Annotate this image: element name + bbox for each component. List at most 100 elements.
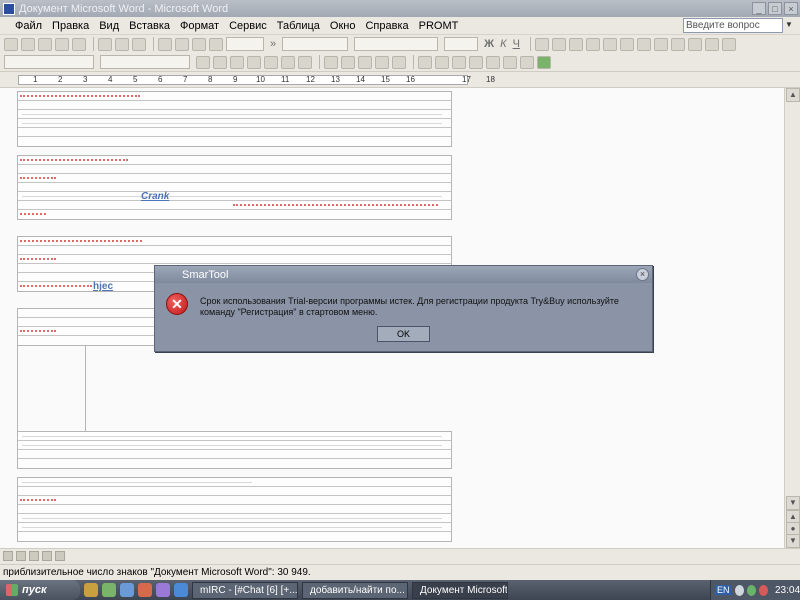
decrease-indent-icon[interactable]: [653, 37, 668, 51]
language-indicator[interactable]: EN: [715, 585, 732, 595]
scroll-up-icon[interactable]: ▲: [786, 88, 800, 102]
tray-icon[interactable]: [746, 584, 756, 596]
ask-question-input[interactable]: Введите вопрос: [683, 18, 783, 33]
bold-button[interactable]: Ж: [484, 38, 494, 50]
undo-icon[interactable]: [192, 37, 206, 51]
ask-dropdown-icon[interactable]: ▼: [785, 20, 793, 29]
menu-help[interactable]: Справка: [360, 20, 413, 32]
table-tool-icon[interactable]: [375, 55, 389, 69]
table-tool-icon[interactable]: [358, 55, 372, 69]
table-tool-icon[interactable]: [520, 55, 534, 69]
toolbar-select-left[interactable]: [4, 55, 94, 69]
table-tool-icon[interactable]: [298, 55, 312, 69]
next-page-icon[interactable]: ▼: [786, 534, 800, 548]
borders-icon[interactable]: [687, 37, 702, 51]
taskbar-item-browser[interactable]: добавить/найти по...: [302, 581, 408, 599]
toolbar-select-right[interactable]: [100, 55, 190, 69]
print-icon[interactable]: [72, 37, 86, 51]
document-link-crank[interactable]: Crank: [141, 191, 169, 202]
font-size-select[interactable]: [444, 37, 479, 51]
web-view-icon[interactable]: [16, 551, 26, 561]
menu-edit[interactable]: Правка: [47, 20, 94, 32]
word-app-icon[interactable]: [3, 2, 15, 15]
increase-indent-icon[interactable]: [670, 37, 685, 51]
highlight-icon[interactable]: [704, 37, 719, 51]
ok-button[interactable]: OK: [377, 326, 430, 342]
table-tool-icon[interactable]: [247, 55, 261, 69]
scroll-down-icon[interactable]: ▼: [786, 496, 800, 510]
copy-icon[interactable]: [158, 37, 172, 51]
close-window-button[interactable]: ×: [784, 2, 798, 15]
document-link-hjec[interactable]: hjec: [93, 281, 113, 292]
excel-icon[interactable]: [537, 55, 551, 69]
start-button[interactable]: пуск: [0, 580, 80, 600]
maximize-button[interactable]: □: [768, 2, 782, 15]
quicklaunch-icon[interactable]: [102, 583, 116, 597]
taskbar-item-word[interactable]: Документ Microsoft ...: [412, 581, 508, 599]
menu-file[interactable]: Файл: [10, 20, 47, 32]
zoom-select[interactable]: [226, 37, 264, 51]
print-preview-icon[interactable]: [98, 37, 112, 51]
taskbar-item-mirc[interactable]: mIRC - [#Chat [6] [+...: [192, 581, 298, 599]
menu-promt[interactable]: PROMT: [414, 20, 464, 32]
save-icon[interactable]: [38, 37, 52, 51]
menu-insert[interactable]: Вставка: [124, 20, 175, 32]
table-tool-icon[interactable]: [418, 55, 432, 69]
table-tool-icon[interactable]: [469, 55, 483, 69]
print-layout-icon[interactable]: [29, 551, 39, 561]
align-left-icon[interactable]: [534, 37, 549, 51]
font-select[interactable]: [354, 37, 439, 51]
horizontal-scrollbar[interactable]: [0, 548, 800, 564]
table-tool-icon[interactable]: [281, 55, 295, 69]
table-tool-icon[interactable]: [341, 55, 355, 69]
dialog-titlebar[interactable]: [155, 266, 652, 283]
table-tool-icon[interactable]: [324, 55, 338, 69]
table-tool-icon[interactable]: [503, 55, 517, 69]
align-right-icon[interactable]: [568, 37, 583, 51]
justify-icon[interactable]: [585, 37, 600, 51]
table-tool-icon[interactable]: [230, 55, 244, 69]
menu-window[interactable]: Окно: [325, 20, 361, 32]
new-document-icon[interactable]: [4, 37, 18, 51]
font-color-icon[interactable]: [721, 37, 736, 51]
paste-icon[interactable]: [175, 37, 189, 51]
hyperlink-icon[interactable]: [209, 37, 223, 51]
quicklaunch-icon[interactable]: [120, 583, 134, 597]
dialog-close-icon[interactable]: ×: [636, 268, 649, 281]
toolbar-options-icon[interactable]: »: [270, 38, 276, 50]
quicklaunch-icon[interactable]: [156, 583, 170, 597]
menu-table[interactable]: Таблица: [272, 20, 325, 32]
tray-icon[interactable]: [734, 584, 744, 596]
align-center-icon[interactable]: [551, 37, 566, 51]
reading-view-icon[interactable]: [55, 551, 65, 561]
menu-tools[interactable]: Сервис: [224, 20, 272, 32]
bullets-icon[interactable]: [636, 37, 651, 51]
table-tool-icon[interactable]: [264, 55, 278, 69]
research-icon[interactable]: [132, 37, 146, 51]
table-tool-icon[interactable]: [435, 55, 449, 69]
spelling-icon[interactable]: [115, 37, 129, 51]
numbering-icon[interactable]: [619, 37, 634, 51]
outline-view-icon[interactable]: [42, 551, 52, 561]
horizontal-ruler[interactable]: 1 2 3 4 5 6 7 8 9 10 11 12 13 14 15 16 1…: [0, 72, 800, 88]
table-tool-icon[interactable]: [392, 55, 406, 69]
italic-button[interactable]: К: [500, 38, 506, 50]
table-tool-icon[interactable]: [452, 55, 466, 69]
vertical-scrollbar[interactable]: ▲ ▼ ▲ ● ▼: [784, 88, 800, 548]
underline-button[interactable]: Ч: [513, 38, 520, 50]
permission-icon[interactable]: [55, 37, 69, 51]
style-select[interactable]: [282, 37, 349, 51]
menu-view[interactable]: Вид: [94, 20, 124, 32]
tray-icon[interactable]: [758, 584, 768, 596]
quicklaunch-icon[interactable]: [174, 583, 188, 597]
table-tool-icon[interactable]: [196, 55, 210, 69]
normal-view-icon[interactable]: [3, 551, 13, 561]
quicklaunch-icon[interactable]: [84, 583, 98, 597]
open-icon[interactable]: [21, 37, 35, 51]
minimize-button[interactable]: _: [752, 2, 766, 15]
table-tool-icon[interactable]: [213, 55, 227, 69]
menu-format[interactable]: Формат: [175, 20, 224, 32]
quicklaunch-icon[interactable]: [138, 583, 152, 597]
table-tool-icon[interactable]: [486, 55, 500, 69]
line-spacing-icon[interactable]: [602, 37, 617, 51]
